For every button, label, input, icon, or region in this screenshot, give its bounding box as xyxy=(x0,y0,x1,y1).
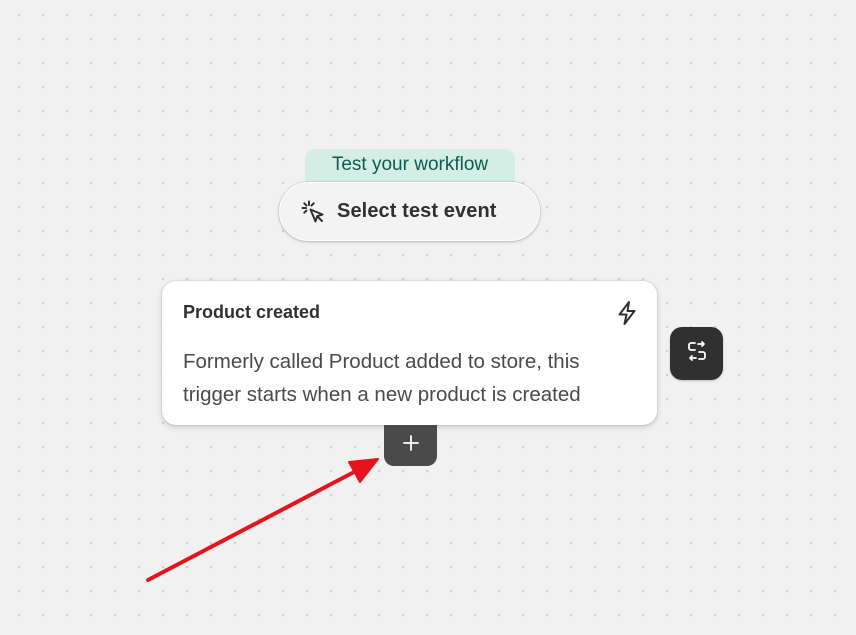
select-test-event-button[interactable]: Select test event xyxy=(279,182,540,241)
lightning-bolt-icon xyxy=(614,300,640,326)
trigger-description: Formerly called Product added to store, … xyxy=(183,345,636,411)
swap-icon xyxy=(686,340,708,367)
add-step-button[interactable] xyxy=(384,425,437,466)
trigger-description-line-2: trigger starts when a new product is cre… xyxy=(183,383,581,406)
swap-trigger-button[interactable] xyxy=(670,327,723,380)
plus-icon xyxy=(402,434,420,457)
test-workflow-tag: Test your workflow xyxy=(305,149,515,185)
trigger-title: Product created xyxy=(183,301,321,322)
trigger-description-line-1: Formerly called Product added to store, … xyxy=(183,350,580,373)
select-test-event-label: Select test event xyxy=(337,200,497,222)
workflow-canvas[interactable]: Test your workflow Select test event Pro… xyxy=(0,0,856,635)
test-workflow-label: Test your workflow xyxy=(331,154,489,175)
pointer-click-icon xyxy=(300,199,326,225)
trigger-card[interactable]: Product created Formerly called Product … xyxy=(162,281,657,425)
